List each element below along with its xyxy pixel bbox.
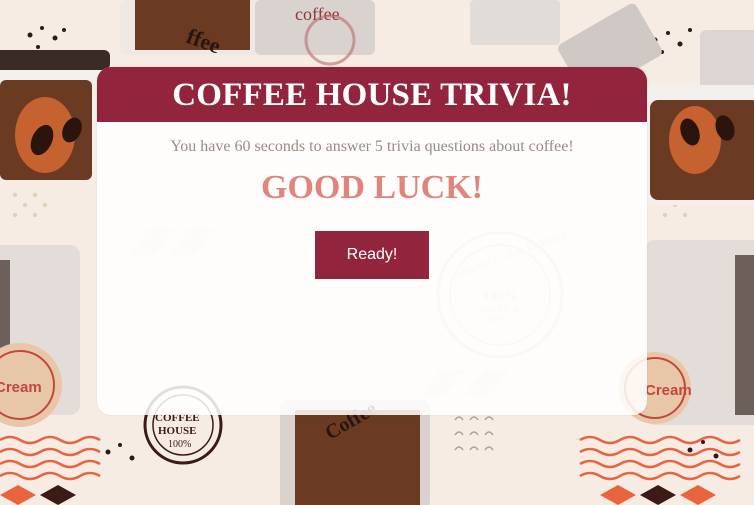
svg-text:Cream: Cream — [0, 379, 42, 396]
ready-button-wrap: Ready! — [97, 231, 647, 279]
card-header: COFFEE HOUSE TRIVIA! — [97, 67, 647, 122]
svg-text:HOUSE: HOUSE — [158, 425, 197, 437]
svg-text:100%: 100% — [168, 439, 191, 450]
trivia-intro-card: COFFEE HOUSE TRIVIA! You have 60 seconds… — [97, 67, 647, 415]
ready-button[interactable]: Ready! — [315, 231, 429, 279]
good-luck-heading: GOOD LUCK! — [261, 169, 483, 206]
svg-text:Cream: Cream — [645, 382, 692, 399]
instructions-text: You have 60 seconds to answer 5 trivia q… — [170, 138, 574, 155]
page-title: COFFEE HOUSE TRIVIA! — [172, 77, 572, 113]
